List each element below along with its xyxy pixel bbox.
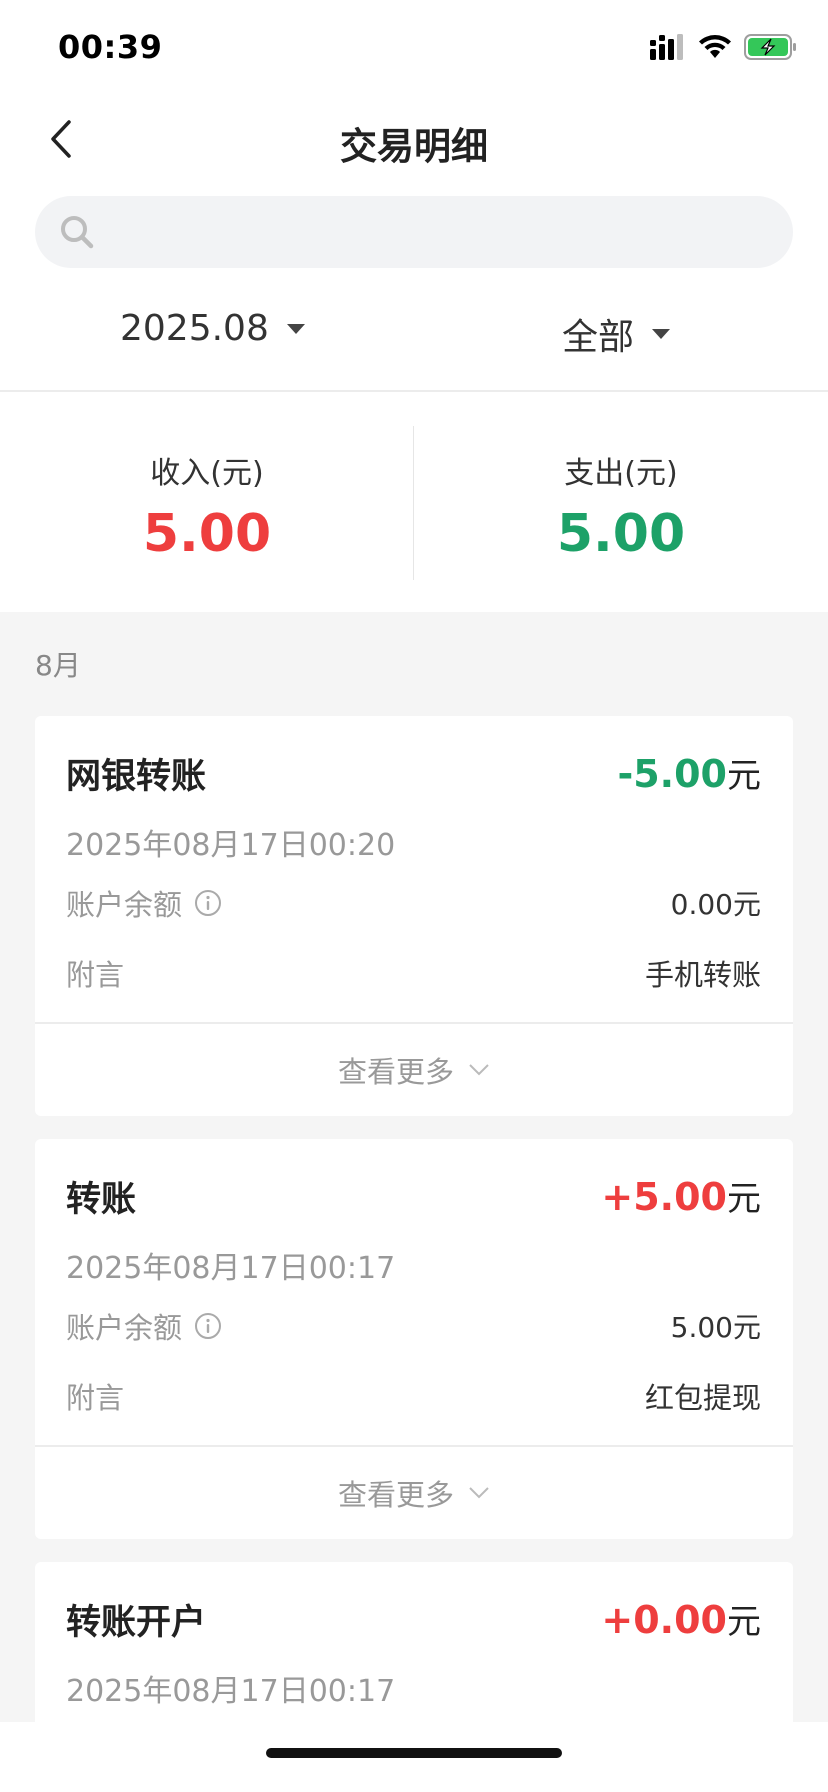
note-row: 附言 手机转账 (66, 952, 761, 994)
income-label: 收入(元) (150, 456, 264, 491)
wifi-icon (699, 35, 731, 58)
view-more-button[interactable]: 查看更多 (35, 1024, 793, 1116)
type-filter-dropdown[interactable]: 全部 (562, 308, 671, 360)
home-indicator-area (0, 1722, 828, 1792)
chevron-down-icon (469, 1487, 489, 1499)
transaction-card[interactable]: 转账 +5.00元 2025年08月17日00:17 账户余额 5.00元 附言 (35, 1139, 793, 1539)
view-more-label: 查看更多 (337, 1478, 454, 1512)
info-icon[interactable] (194, 889, 222, 917)
income-summary: 收入(元) 5.00 (0, 448, 414, 564)
transaction-card-body: 转账 +5.00元 2025年08月17日00:17 账户余额 5.00元 附言 (35, 1139, 793, 1445)
transaction-card[interactable]: 网银转账 -5.00元 2025年08月17日00:20 账户余额 0.00元 … (35, 716, 793, 1116)
expense-summary: 支出(元) 5.00 (414, 448, 828, 564)
expense-label: 支出(元) (564, 456, 678, 491)
note-label: 附言 (66, 958, 125, 992)
amount-unit: 元 (727, 756, 761, 796)
page-title: 交易明细 (340, 125, 488, 168)
balance-label-group: 账户余额 (66, 1305, 222, 1347)
status-icons (650, 34, 798, 60)
transaction-amount: +5.00元 (601, 1171, 761, 1220)
balance-row: 账户余额 5.00元 (66, 1305, 761, 1347)
filter-bar: 2025.08 全部 (0, 286, 828, 392)
search-box[interactable] (35, 196, 793, 268)
transaction-time: 2025年08月17日00:17 (66, 1251, 396, 1286)
amount-value: +0.00 (601, 1598, 727, 1642)
type-filter-label: 全部 (562, 317, 635, 358)
view-more-button[interactable]: 查看更多 (35, 1447, 793, 1539)
income-value: 5.00 (142, 504, 272, 564)
search-icon (61, 216, 94, 249)
search-input[interactable] (107, 201, 793, 263)
balance-label: 账户余额 (66, 1311, 183, 1345)
transaction-details-page: 00:39 交易明细 2025.08 全部 收入(元) 5.00 支出(元) 5… (0, 0, 828, 1792)
note-value: 红包提现 (644, 1381, 761, 1415)
note-value: 手机转账 (644, 958, 761, 992)
info-icon[interactable] (194, 1312, 222, 1340)
status-bar: 00:39 (0, 0, 828, 96)
balance-label: 账户余额 (66, 888, 183, 922)
transaction-amount: +0.00元 (601, 1594, 761, 1643)
nav-bar: 交易明细 (0, 96, 828, 186)
balance-value: 5.00元 (670, 1311, 761, 1344)
status-time: 00:39 (58, 28, 163, 66)
balance-row: 账户余额 0.00元 (66, 882, 761, 924)
chevron-down-icon (469, 1064, 489, 1076)
balance-value: 0.00元 (670, 888, 761, 921)
transaction-card-body: 网银转账 -5.00元 2025年08月17日00:20 账户余额 0.00元 … (35, 716, 793, 1022)
transaction-amount: -5.00元 (617, 748, 761, 797)
amount-unit: 元 (727, 1602, 761, 1642)
battery-charging-icon (744, 34, 796, 60)
caret-down-icon (286, 323, 305, 334)
amount-value: -5.00 (617, 752, 727, 796)
home-indicator[interactable] (266, 1748, 562, 1758)
search-section (0, 186, 828, 286)
transaction-title: 转账开户 (66, 1603, 207, 1643)
view-more-label: 查看更多 (337, 1055, 454, 1089)
note-label: 附言 (66, 1381, 125, 1415)
transaction-time: 2025年08月17日00:17 (66, 1674, 396, 1709)
cellular-signal-icon (650, 34, 683, 60)
caret-down-icon (652, 329, 671, 339)
note-row: 附言 红包提现 (66, 1375, 761, 1417)
amount-unit: 元 (727, 1179, 761, 1219)
transaction-title: 网银转账 (66, 757, 207, 797)
balance-label-group: 账户余额 (66, 882, 222, 924)
date-filter-dropdown[interactable]: 2025.08 (120, 308, 305, 349)
transaction-title: 转账 (66, 1180, 137, 1220)
month-header: 8月 (35, 649, 81, 682)
date-filter-label: 2025.08 (120, 308, 269, 349)
summary-panel: 收入(元) 5.00 支出(元) 5.00 (0, 392, 828, 612)
expense-value: 5.00 (556, 504, 686, 564)
transaction-time: 2025年08月17日00:20 (66, 828, 396, 863)
amount-value: +5.00 (601, 1175, 727, 1219)
